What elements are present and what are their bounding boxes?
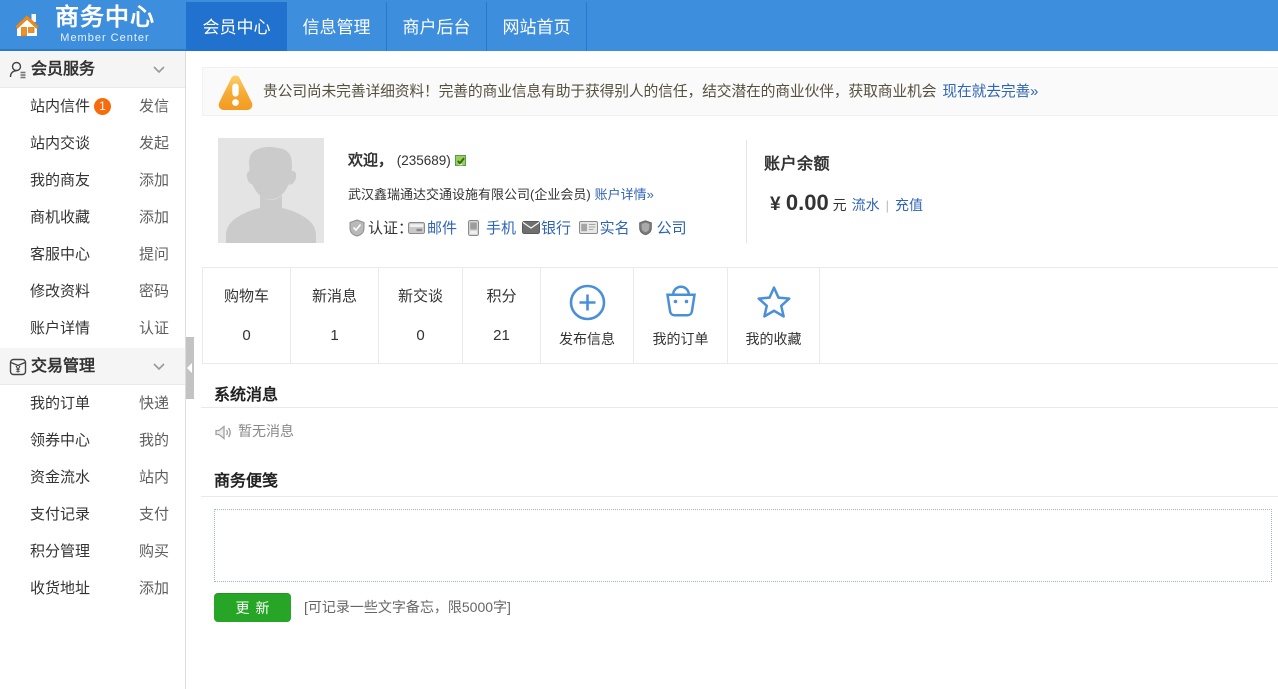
svg-text:¥: ¥ xyxy=(15,365,20,375)
